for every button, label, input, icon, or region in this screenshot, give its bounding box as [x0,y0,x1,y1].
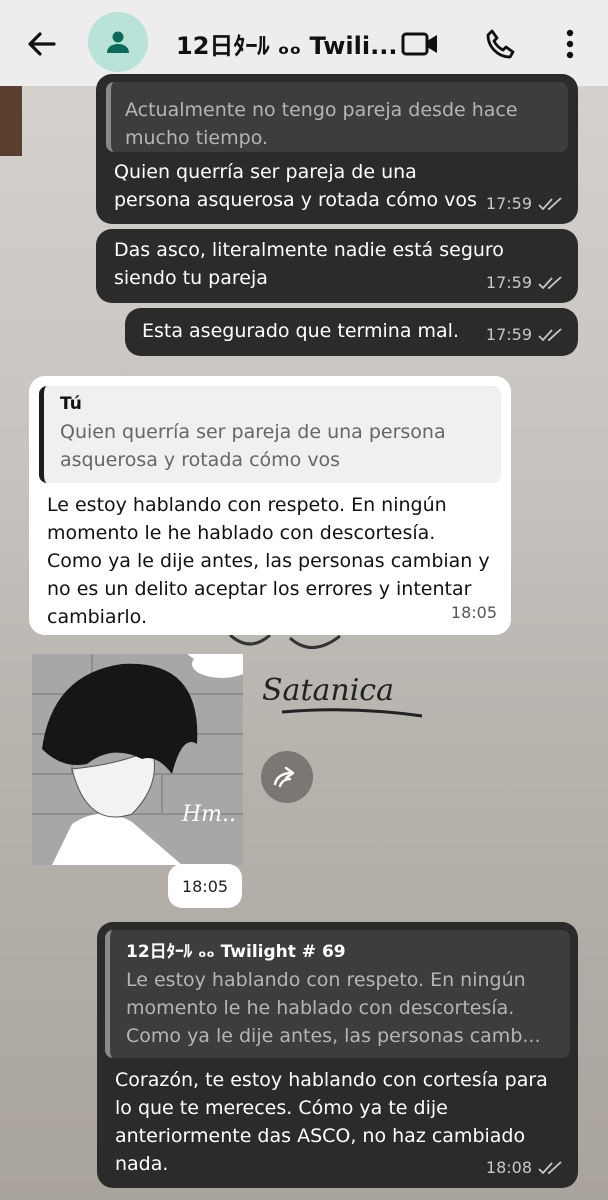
message-meta: 17:59 [486,269,564,297]
quoted-message[interactable]: 12日ﾀｰﾙ ₒₒ Twilight # 69 Le estoy habland… [105,930,570,1058]
outgoing-message[interactable]: 12日ﾀｰﾙ ₒₒ Twilight # 69 Le estoy habland… [97,922,578,1188]
quoted-text: Le estoy hablando con respeto. En ningún… [126,969,541,1047]
manga-illustration [32,654,243,865]
message-meta: 17:59 [486,190,564,218]
message-text: Esta asegurado que termina mal. [142,320,459,342]
quoted-author: 12日ﾀｰﾙ ₒₒ Twilight # 69 [126,942,346,962]
image-caption: Hm.. [182,802,237,827]
back-arrow-icon[interactable] [22,24,62,64]
contact-name[interactable]: 12日ﾀｰﾙ ₒₒ Twili... [176,26,397,61]
image-message[interactable]: Hm.. [32,654,243,865]
message-time: 17:59 [485,194,532,213]
message-time: 18:05 [168,864,242,908]
wallpaper-hearts [228,633,341,649]
double-check-icon [538,276,562,290]
double-check-icon [538,1161,562,1175]
message-meta: 18:08 [486,1154,564,1182]
phone-icon[interactable] [478,22,522,66]
incoming-message[interactable]: Tú Quien querría ser pareja de una perso… [29,376,511,635]
forward-button[interactable] [261,751,313,803]
wallpaper-dark-patch [0,86,22,156]
message-time: 17:59 [485,325,532,344]
quoted-author: Tú [60,394,82,414]
video-call-icon[interactable] [398,24,442,64]
avatar[interactable] [88,12,148,72]
message-text: Das asco, literalmente nadie está seguro… [114,239,504,289]
outgoing-message[interactable]: Das asco, literalmente nadie está seguro… [96,229,578,303]
quoted-text: Quien querría ser pareja de una persona … [60,421,446,471]
wallpaper-underline [281,708,423,718]
person-icon [107,31,129,53]
message-text: Le estoy hablando con respeto. En ningún… [47,494,490,628]
message-time: 18:05 [450,603,497,622]
quoted-text: Actualmente no tengo pareja desde hace m… [125,99,518,149]
double-check-icon [538,197,562,211]
double-check-icon [538,328,562,342]
quoted-message[interactable]: Tú Quien querría ser pareja de una perso… [39,386,501,483]
message-time: 18:08 [485,1158,532,1177]
message-meta: 17:59 [486,321,564,349]
forward-icon [273,766,295,788]
message-time: 17:59 [485,273,532,292]
outgoing-message[interactable]: Actualmente no tengo pareja desde hace m… [96,74,578,224]
more-icon[interactable] [556,22,584,66]
outgoing-message[interactable]: Esta asegurado que termina mal. 17:59 [125,308,578,356]
wallpaper-satanica-text: Satanica [262,673,394,708]
quoted-message[interactable]: Actualmente no tengo pareja desde hace m… [106,82,568,152]
